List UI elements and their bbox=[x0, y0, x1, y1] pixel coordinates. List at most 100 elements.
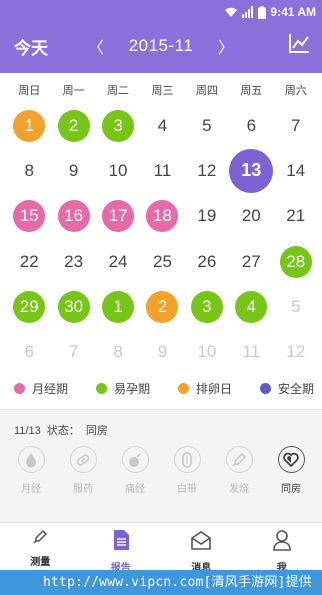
calendar-day[interactable]: 26 bbox=[191, 246, 223, 278]
calendar-cell[interactable]: 22 bbox=[7, 246, 51, 278]
calendar-cell[interactable]: 28 bbox=[274, 245, 318, 278]
calendar-cell[interactable]: 10 bbox=[96, 155, 140, 187]
calendar-cell[interactable]: 8 bbox=[7, 155, 51, 187]
calendar-day[interactable]: 7 bbox=[280, 110, 312, 142]
calendar-day[interactable]: 18 bbox=[146, 200, 179, 233]
calendar-cell[interactable]: 13 bbox=[229, 148, 274, 193]
calendar-day[interactable]: 6 bbox=[235, 110, 267, 142]
calendar-day[interactable]: 10 bbox=[102, 155, 134, 187]
calendar-cell[interactable]: 2 bbox=[140, 290, 184, 323]
calendar-cell[interactable]: 27 bbox=[229, 246, 273, 278]
calendar-cell[interactable]: 17 bbox=[96, 200, 140, 233]
status-option[interactable]: 痛经 bbox=[109, 446, 161, 495]
calendar-cell[interactable]: 21 bbox=[274, 200, 318, 232]
calendar-day[interactable]: 3 bbox=[102, 109, 135, 142]
calendar-day[interactable]: 2 bbox=[57, 109, 90, 142]
pill-icon[interactable] bbox=[69, 446, 97, 473]
calendar-day[interactable]: 12 bbox=[280, 336, 312, 368]
calendar-day[interactable]: 5 bbox=[280, 291, 312, 323]
status-option[interactable]: 发烧 bbox=[213, 446, 265, 495]
calendar-cell[interactable]: 25 bbox=[140, 246, 184, 278]
calendar-day[interactable]: 27 bbox=[235, 246, 267, 278]
calendar-day[interactable]: 4 bbox=[235, 290, 268, 323]
calendar-cell[interactable]: 23 bbox=[51, 246, 95, 278]
calendar-day[interactable]: 2 bbox=[146, 290, 179, 323]
tab-item[interactable]: 测量 bbox=[0, 523, 81, 570]
tab-item[interactable]: 报告 bbox=[81, 523, 162, 574]
calendar-cell[interactable]: 12 bbox=[274, 336, 318, 368]
heart-icon[interactable] bbox=[277, 446, 305, 473]
calendar-day[interactable]: 16 bbox=[57, 200, 90, 233]
calendar-cell[interactable]: 15 bbox=[7, 200, 51, 233]
calendar-cell[interactable]: 12 bbox=[185, 155, 229, 187]
calendar-day-today[interactable]: 13 bbox=[229, 148, 274, 193]
calendar-day[interactable]: 29 bbox=[13, 290, 46, 323]
bomb-icon[interactable] bbox=[121, 446, 149, 473]
calendar-day[interactable]: 22 bbox=[13, 246, 45, 278]
calendar-cell[interactable]: 1 bbox=[7, 109, 51, 142]
calendar-cell[interactable]: 6 bbox=[229, 110, 273, 142]
calendar-day[interactable]: 14 bbox=[280, 155, 312, 187]
tab-item[interactable]: 消息 bbox=[161, 523, 242, 574]
calendar-cell[interactable]: 26 bbox=[185, 246, 229, 278]
calendar-day[interactable]: 4 bbox=[146, 110, 178, 142]
calendar-day[interactable]: 10 bbox=[191, 336, 223, 368]
calendar-day[interactable]: 19 bbox=[191, 200, 223, 232]
status-option[interactable]: 月经 bbox=[5, 446, 57, 495]
calendar-cell[interactable]: 4 bbox=[229, 290, 273, 323]
calendar-cell[interactable]: 11 bbox=[229, 336, 273, 368]
calendar-cell[interactable]: 2 bbox=[51, 109, 95, 142]
calendar-day[interactable]: 15 bbox=[13, 200, 46, 233]
calendar-day[interactable]: 5 bbox=[191, 110, 223, 142]
drop-icon[interactable] bbox=[17, 446, 45, 473]
calendar-cell[interactable]: 1 bbox=[96, 290, 140, 323]
calendar-cell[interactable]: 3 bbox=[185, 290, 229, 323]
calendar-day[interactable]: 25 bbox=[146, 246, 178, 278]
line-chart-icon[interactable] bbox=[288, 32, 310, 54]
calendar-cell[interactable]: 20 bbox=[229, 200, 273, 232]
status-option[interactable]: 白带 bbox=[161, 446, 213, 495]
calendar-day[interactable]: 24 bbox=[102, 246, 134, 278]
calendar-cell[interactable]: 29 bbox=[7, 290, 51, 323]
calendar-cell[interactable]: 4 bbox=[140, 110, 184, 142]
calendar-day[interactable]: 7 bbox=[58, 336, 90, 368]
calendar-day[interactable]: 20 bbox=[235, 200, 267, 232]
calendar-cell[interactable]: 10 bbox=[185, 336, 229, 368]
calendar-cell[interactable]: 7 bbox=[274, 110, 318, 142]
pad-icon[interactable] bbox=[173, 446, 201, 473]
calendar-day[interactable]: 8 bbox=[102, 336, 134, 368]
calendar-cell[interactable]: 5 bbox=[185, 110, 229, 142]
calendar-day[interactable]: 11 bbox=[146, 155, 178, 187]
tab-item[interactable]: 我 bbox=[242, 523, 322, 574]
calendar-cell[interactable]: 14 bbox=[274, 155, 318, 187]
calendar-day[interactable]: 28 bbox=[279, 245, 312, 278]
calendar-cell[interactable]: 6 bbox=[7, 336, 51, 368]
calendar-cell[interactable]: 19 bbox=[185, 200, 229, 232]
next-month-button[interactable]: 〉 bbox=[214, 34, 238, 58]
calendar-day[interactable]: 3 bbox=[190, 290, 223, 323]
status-option[interactable]: 同房 bbox=[265, 446, 317, 495]
calendar-day[interactable]: 11 bbox=[235, 336, 267, 368]
calendar-cell[interactable]: 5 bbox=[274, 291, 318, 323]
calendar-cell[interactable]: 8 bbox=[96, 336, 140, 368]
calendar-cell[interactable]: 18 bbox=[140, 200, 184, 233]
prev-month-button[interactable]: 〈 bbox=[84, 34, 108, 58]
calendar-day[interactable]: 23 bbox=[58, 246, 90, 278]
calendar-cell[interactable]: 7 bbox=[51, 336, 95, 368]
thermometer-icon[interactable] bbox=[225, 446, 253, 473]
calendar-day[interactable]: 6 bbox=[13, 336, 45, 368]
calendar-day[interactable]: 30 bbox=[57, 290, 90, 323]
calendar-day[interactable]: 1 bbox=[13, 109, 46, 142]
calendar-cell[interactable]: 9 bbox=[51, 155, 95, 187]
calendar-day[interactable]: 21 bbox=[280, 200, 312, 232]
calendar-cell[interactable]: 3 bbox=[96, 109, 140, 142]
calendar-cell[interactable]: 9 bbox=[140, 336, 184, 368]
calendar-cell[interactable]: 11 bbox=[140, 155, 184, 187]
calendar-day[interactable]: 9 bbox=[146, 336, 178, 368]
calendar-day[interactable]: 9 bbox=[58, 155, 90, 187]
calendar-day[interactable]: 8 bbox=[13, 155, 45, 187]
calendar-cell[interactable]: 16 bbox=[51, 200, 95, 233]
calendar-cell[interactable]: 30 bbox=[51, 290, 95, 323]
status-option[interactable]: 服药 bbox=[57, 446, 109, 495]
calendar-day[interactable]: 12 bbox=[191, 155, 223, 187]
